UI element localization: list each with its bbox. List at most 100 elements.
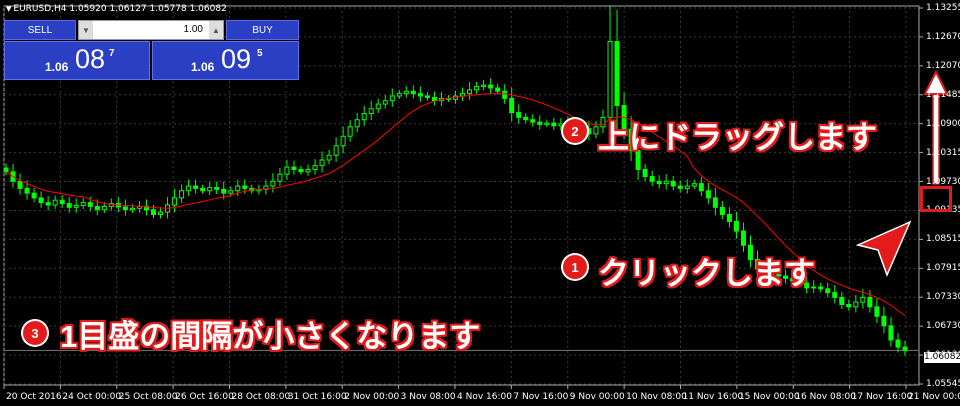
x-tick-label: 2 Nov 00:00 [344, 392, 400, 402]
candle-body [235, 185, 241, 192]
candle-body [73, 204, 79, 208]
candle-body [221, 188, 227, 194]
y-tick-label: 1.12670 [926, 31, 960, 42]
y-tick-label: 1.10900 [926, 118, 960, 129]
drag-arrow-shaft [932, 91, 940, 185]
price-axis-click-target[interactable] [920, 186, 952, 212]
candle-body [474, 86, 480, 91]
lot-decrease-icon[interactable]: ▼ [79, 21, 93, 39]
candle-body [832, 292, 838, 298]
candle-body [881, 315, 887, 327]
candle-body [874, 306, 880, 317]
sell-price-prefix: 1.06 [45, 60, 69, 74]
candle-body [291, 166, 297, 170]
y-tick-label: 1.07330 [926, 292, 960, 303]
y-tick-label: 1.08515 [926, 234, 960, 245]
candle-body [698, 183, 704, 192]
sell-price-button[interactable]: 1.06 08 7 [4, 41, 150, 80]
candle-body [867, 296, 873, 308]
candle-body [544, 122, 550, 125]
candle-body [740, 230, 746, 246]
candle-body [516, 112, 522, 118]
x-tick-label: 9 Nov 00:00 [569, 392, 625, 402]
candle-body [389, 95, 395, 102]
candle-body [586, 128, 592, 135]
candle-body [431, 96, 437, 102]
y-tick-label: 1.06730 [926, 321, 960, 332]
candle-body [495, 87, 501, 92]
x-tick-label: 28 Oct 08:00 [231, 392, 291, 402]
candle-body [509, 97, 515, 114]
current-price-label: 1.06082 [924, 352, 960, 363]
candle-body [719, 206, 725, 215]
candle-body [614, 41, 620, 106]
one-click-trading-panel: SELL ▼ 1.00 ▲ BUY 1.06 08 7 1.06 09 5 [4, 20, 299, 80]
candle-body [460, 93, 466, 97]
x-tick-label: 21 Nov 00:00 [908, 392, 960, 402]
candle-body [684, 185, 690, 189]
lot-increase-icon[interactable]: ▲ [209, 21, 223, 39]
candle-body [888, 325, 894, 341]
pointer-arrow-icon [855, 220, 912, 278]
buy-button[interactable]: BUY [226, 20, 299, 40]
sell-price-pips: 08 [75, 44, 106, 74]
x-tick-label: 20 Oct 2016 [6, 392, 62, 402]
buy-price-button[interactable]: 1.06 09 5 [152, 41, 299, 80]
candle-body [642, 168, 648, 178]
candle-body [488, 84, 494, 89]
candle-body [670, 180, 676, 187]
candle-body [333, 145, 339, 156]
candle-body [403, 90, 409, 95]
candle-body [270, 180, 276, 187]
candle-body [375, 103, 381, 110]
y-tick-label: 1.05545 [926, 379, 960, 389]
candle-body [361, 113, 367, 121]
step-3-text: 1目盛の間隔が小さくなります [60, 319, 481, 354]
candle-body [656, 180, 662, 185]
candle-body [214, 186, 220, 190]
x-tick-label: 10 Nov 08:00 [626, 392, 687, 402]
candle-body [277, 173, 283, 182]
candle-body [305, 168, 311, 173]
triangle-down-icon: ▼ [6, 5, 12, 13]
candle-body [179, 190, 185, 199]
x-tick-label: 17 Nov 16:00 [851, 392, 913, 402]
sell-button[interactable]: SELL [4, 20, 76, 40]
y-tick-label: 1.11485 [926, 89, 960, 100]
sell-price-fraction: 7 [109, 48, 115, 59]
candle-body [663, 180, 669, 185]
x-tick-label: 25 Oct 08:00 [118, 392, 178, 402]
lot-size-field[interactable]: ▼ 1.00 ▲ [78, 20, 224, 40]
candle-body [537, 121, 543, 125]
candle-body [818, 286, 824, 290]
candle-body [298, 168, 304, 173]
candle-body [347, 126, 353, 137]
candle-body [705, 190, 711, 199]
candle-body [129, 207, 135, 211]
candle-body [193, 185, 199, 189]
candle-body [312, 165, 318, 170]
x-tick-label: 15 Nov 00:00 [738, 392, 800, 402]
candle-body [691, 183, 697, 187]
candle-body [551, 122, 557, 127]
candle-body [902, 346, 908, 351]
step-3-badge: 3 [23, 321, 47, 345]
candle-body [558, 123, 564, 127]
candle-body [502, 90, 508, 99]
candle-body [530, 119, 536, 123]
step-2-badge: 2 [563, 119, 587, 143]
chart-title: ▼ EURUSD,H4 1.05920 1.06127 1.05778 1.060… [6, 4, 227, 14]
candle-body [846, 303, 852, 308]
candle-body [825, 288, 831, 294]
x-tick-label: 3 Nov 08:00 [400, 392, 456, 402]
buy-price-prefix: 1.06 [191, 60, 215, 74]
x-tick-label: 4 Nov 16:00 [457, 392, 512, 402]
buy-price-fraction: 5 [257, 48, 263, 59]
candle-body [396, 93, 402, 97]
candle-body [172, 197, 178, 206]
candle-body [677, 185, 683, 189]
y-tick-label: 1.12070 [926, 60, 960, 71]
lot-size-value[interactable]: 1.00 [184, 24, 203, 35]
candle-body [186, 185, 192, 192]
x-tick-label: 31 Oct 16:00 [287, 392, 347, 402]
